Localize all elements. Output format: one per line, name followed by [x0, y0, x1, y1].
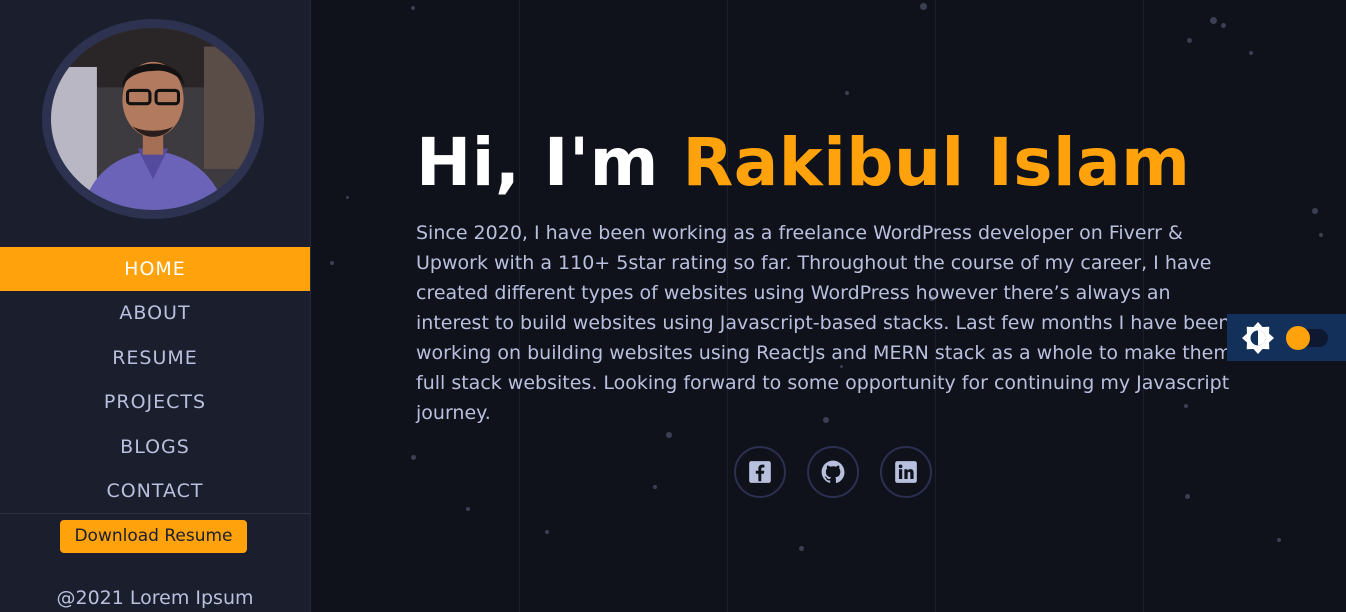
particle-dot	[545, 530, 549, 534]
github-icon	[821, 460, 845, 484]
linkedin-link[interactable]	[880, 446, 932, 498]
facebook-link[interactable]	[734, 446, 786, 498]
particle-dot	[411, 455, 416, 460]
particle-dot	[1187, 38, 1192, 43]
hero-bio: Since 2020, I have been working as a fre…	[416, 222, 1232, 424]
hero-greeting: Hi, I'm	[416, 124, 659, 201]
particle-dot	[346, 196, 349, 199]
particle-dot	[466, 507, 470, 511]
particle-dot	[920, 3, 927, 10]
toggle-knob	[1286, 325, 1310, 350]
main-nav: HOME ABOUT RESUME PROJECTS BLOGS CONTACT	[0, 247, 310, 513]
nav-item-about[interactable]: ABOUT	[0, 291, 310, 335]
copyright-text: @2021 Lorem Ipsum	[56, 587, 254, 609]
hero-headline: Hi, I'm Rakibul Islam	[416, 124, 1190, 201]
particle-dot	[411, 6, 415, 10]
linkedin-icon	[895, 461, 917, 483]
hero-section: Hi, I'm Rakibul Islam Since 2020, I have…	[312, 0, 1346, 612]
particle-dot	[1185, 494, 1190, 499]
sidebar: HOME ABOUT RESUME PROJECTS BLOGS CONTACT…	[0, 0, 311, 612]
sidebar-divider	[0, 513, 310, 514]
facebook-icon	[749, 461, 771, 483]
download-resume-button[interactable]: Download Resume	[60, 520, 247, 553]
particle-dot	[1312, 208, 1318, 214]
theme-toggle-switch[interactable]	[1286, 325, 1328, 350]
particle-dot	[1221, 23, 1226, 28]
particle-dot	[653, 485, 657, 489]
nav-item-home[interactable]: HOME	[0, 247, 310, 292]
particle-dot	[799, 546, 804, 551]
avatar	[51, 28, 255, 210]
hero-name: Rakibul Islam	[682, 124, 1191, 201]
nav-item-blogs[interactable]: BLOGS	[0, 425, 310, 469]
particle-dot	[1249, 51, 1253, 55]
particle-dot	[1210, 17, 1217, 24]
social-links	[734, 446, 932, 498]
github-link[interactable]	[807, 446, 859, 498]
particle-dot	[666, 432, 672, 438]
theme-switcher	[1227, 314, 1346, 361]
brightness-icon	[1242, 321, 1274, 354]
particle-dot	[330, 261, 334, 265]
particle-dot	[1319, 233, 1323, 237]
particle-dot	[1277, 538, 1281, 542]
nav-item-projects[interactable]: PROJECTS	[0, 380, 310, 424]
avatar-frame	[42, 19, 264, 219]
nav-item-contact[interactable]: CONTACT	[0, 469, 310, 513]
nav-item-resume[interactable]: RESUME	[0, 336, 310, 380]
particle-dot	[845, 91, 849, 95]
